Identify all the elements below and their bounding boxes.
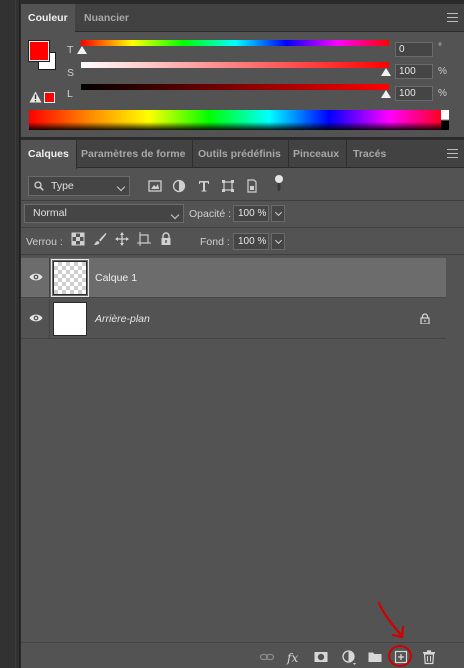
strip-edge	[15, 0, 16, 668]
tab-outils-predefinis[interactable]: Outils prédéfinis	[191, 140, 289, 168]
lock-artboard-icon[interactable]	[137, 232, 151, 246]
chevron-down-icon	[116, 182, 126, 192]
tab-nuancier[interactable]: Nuancier	[77, 4, 136, 32]
saturation-slider[interactable]	[81, 62, 389, 68]
layer-name[interactable]: Arrière-plan	[95, 313, 150, 325]
saturation-input[interactable]: 100	[395, 64, 433, 79]
opacity-dropdown[interactable]	[271, 205, 285, 222]
lightness-label: L	[67, 88, 73, 100]
search-icon	[34, 181, 44, 191]
gamut-color-swatch[interactable]	[44, 92, 55, 103]
opacity-input[interactable]: 100 %	[233, 205, 269, 222]
layer-filter-value: Type	[51, 180, 74, 192]
layers-scrollbar-track[interactable]	[446, 258, 464, 638]
svg-text:fx: fx	[286, 651, 298, 665]
saturation-unit: %	[438, 66, 447, 77]
layer-locked-icon[interactable]	[420, 313, 430, 324]
color-panel: Couleur Nuancier T 0 ° S 100 % L 100 %	[21, 4, 464, 137]
eye-visibility-icon[interactable]	[29, 272, 43, 282]
layers-panel-tabbar: Calques Paramètres de forme Outils prédé…	[21, 140, 464, 169]
fill-input[interactable]: 100 %	[233, 233, 269, 250]
eye-column-separator	[49, 258, 50, 298]
new-adjustment-layer-icon[interactable]	[341, 649, 357, 665]
panel-menu-icon[interactable]	[447, 13, 458, 22]
layer-thumbnail-transparent[interactable]	[51, 259, 89, 297]
layer-filter-select[interactable]: Type	[28, 176, 130, 196]
hue-slider-thumb[interactable]	[77, 46, 87, 54]
new-layer-highlight-circle	[388, 645, 412, 667]
chevron-down-icon	[274, 236, 283, 245]
hue-label: T	[67, 44, 74, 56]
smart-object-filter-icon[interactable]	[244, 178, 260, 194]
saturation-label: S	[67, 67, 75, 79]
layer-style-fx-icon[interactable]: fx	[286, 649, 302, 665]
lock-position-move-icon[interactable]	[115, 232, 129, 246]
opacity-label: Opacité :	[189, 208, 232, 220]
fill-label: Fond :	[200, 236, 230, 248]
foreground-color-swatch[interactable]	[28, 40, 50, 62]
eye-column-separator	[49, 299, 50, 339]
shape-layer-filter-icon[interactable]	[220, 178, 236, 194]
saturation-slider-thumb[interactable]	[381, 68, 391, 76]
layer-name[interactable]: Calque 1	[95, 272, 137, 284]
layers-panel: Calques Paramètres de forme Outils prédé…	[21, 140, 464, 668]
black-white-ramp[interactable]	[441, 110, 449, 130]
lock-all-icon[interactable]	[159, 232, 173, 246]
tab-calques[interactable]: Calques	[21, 140, 77, 169]
divider	[21, 254, 464, 255]
chevron-down-icon	[274, 208, 283, 217]
color-spectrum-ramp[interactable]	[29, 110, 449, 130]
tab-parametres-de-forme[interactable]: Paramètres de forme	[74, 140, 194, 168]
blend-mode-select[interactable]: Normal	[24, 204, 184, 223]
pixel-layer-filter-icon[interactable]	[147, 178, 163, 194]
panel-menu-icon[interactable]	[447, 149, 458, 158]
layer-thumbnail-white[interactable]	[53, 302, 87, 336]
delete-layer-trash-icon[interactable]	[421, 649, 437, 665]
layer-row-calque-1[interactable]: Calque 1	[21, 258, 446, 298]
adjustment-layer-filter-icon[interactable]	[171, 178, 187, 194]
hue-input[interactable]: 0	[395, 42, 433, 57]
fill-dropdown[interactable]	[271, 233, 285, 250]
add-layer-mask-icon[interactable]	[313, 649, 329, 665]
blend-mode-value: Normal	[33, 207, 67, 219]
new-group-folder-icon[interactable]	[367, 649, 383, 665]
tab-pinceaux[interactable]: Pinceaux	[286, 140, 348, 168]
tab-couleur[interactable]: Couleur	[21, 4, 75, 33]
layer-row-arriere-plan[interactable]: Arrière-plan	[21, 299, 446, 339]
divider	[21, 200, 464, 201]
eye-visibility-icon[interactable]	[29, 313, 43, 323]
lock-label: Verrou :	[26, 236, 63, 248]
color-panel-tabbar: Couleur Nuancier	[21, 4, 464, 33]
lightness-slider-thumb[interactable]	[381, 90, 391, 98]
lightness-unit: %	[438, 88, 447, 99]
hue-unit: °	[438, 42, 442, 53]
chevron-down-icon	[170, 210, 180, 220]
lightness-slider[interactable]	[81, 84, 389, 90]
lightness-input[interactable]: 100	[395, 86, 433, 101]
layers-bottom-toolbar: fx	[21, 601, 464, 668]
hue-slider[interactable]	[81, 40, 389, 46]
tab-traces[interactable]: Tracés	[346, 140, 393, 168]
out-of-gamut-warning-icon[interactable]	[29, 91, 42, 103]
link-layers-icon[interactable]	[259, 649, 275, 665]
divider	[21, 227, 464, 228]
filter-toggle-switch[interactable]	[274, 174, 284, 192]
type-layer-filter-icon[interactable]	[196, 178, 212, 194]
lock-image-pixels-brush-icon[interactable]	[93, 232, 107, 246]
red-arrow-annotation-icon	[377, 601, 405, 639]
left-panel-strip	[0, 0, 20, 668]
lock-transparent-pixels-icon[interactable]	[71, 232, 85, 246]
